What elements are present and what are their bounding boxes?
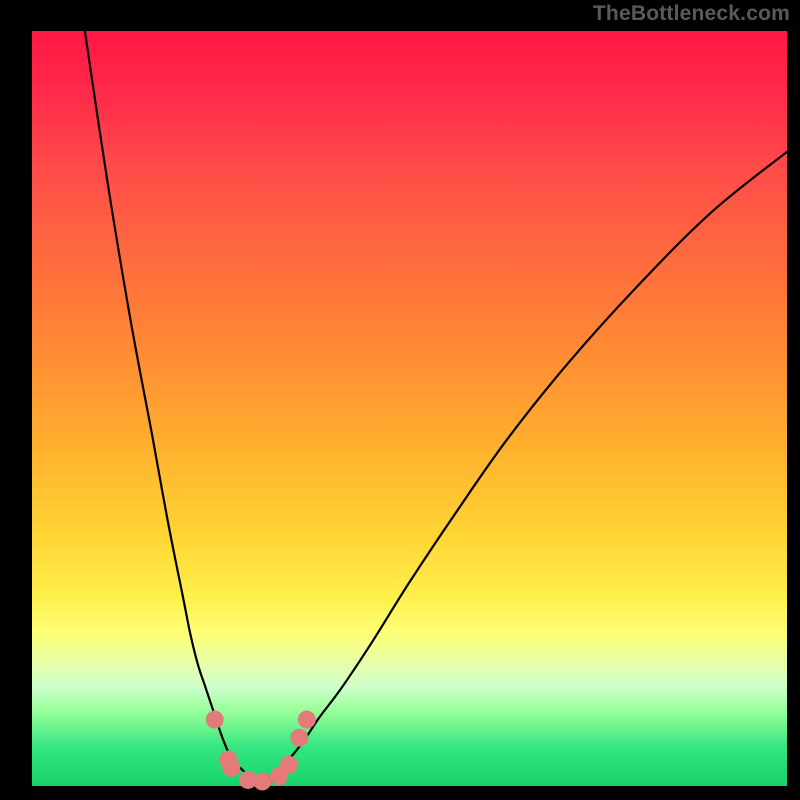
watermark-text: TheBottleneck.com	[593, 2, 790, 26]
curve-right-branch	[259, 152, 788, 782]
data-point	[280, 756, 298, 774]
data-point	[206, 711, 224, 729]
chart-frame: TheBottleneck.com	[0, 0, 800, 800]
data-point	[222, 759, 240, 777]
curve-layer	[0, 0, 800, 800]
curve-left-branch	[85, 31, 259, 782]
data-point	[298, 711, 316, 729]
data-point	[253, 772, 271, 790]
data-point	[290, 729, 308, 747]
